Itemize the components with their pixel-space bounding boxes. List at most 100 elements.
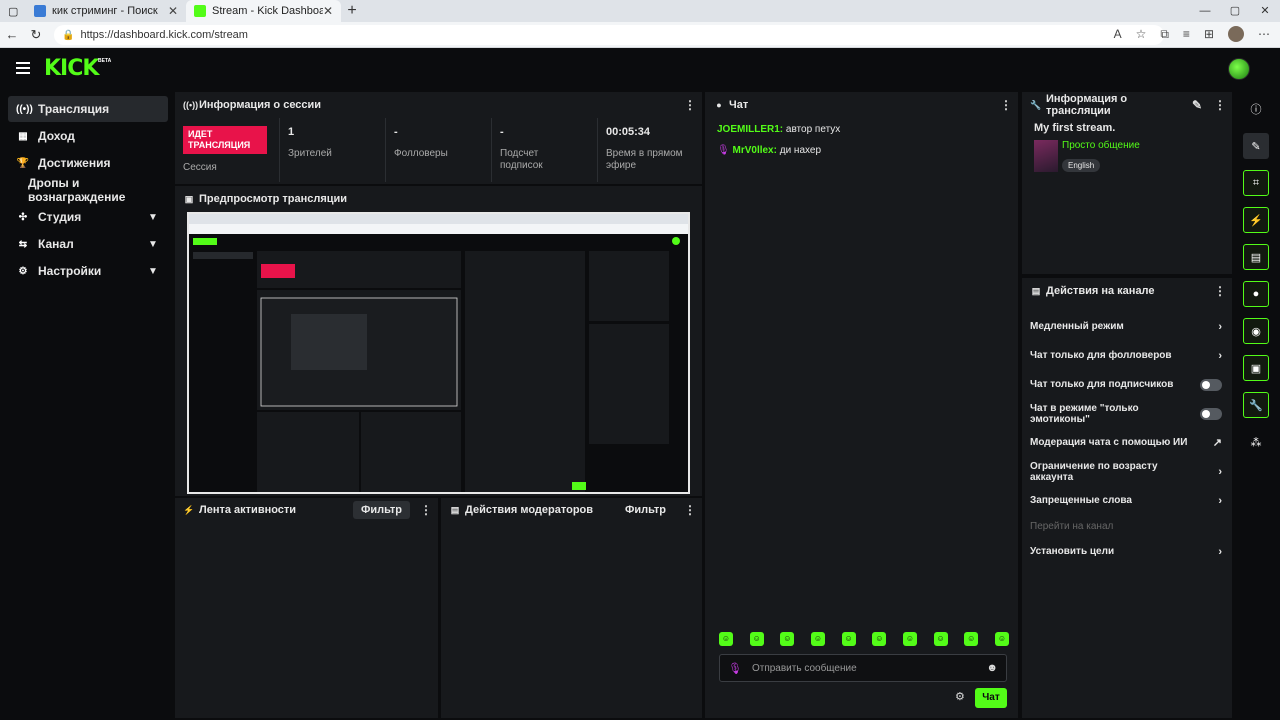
info-icon[interactable]: ⓘ	[1243, 96, 1269, 122]
language-badge: English	[1062, 159, 1101, 172]
emote-icon[interactable]: ☺	[872, 632, 887, 646]
edit-icon[interactable]: ✎	[1192, 98, 1202, 112]
user-avatar[interactable]	[1228, 58, 1250, 80]
session-stats: ИДЕТ ТРАНСЛЯЦИЯ Сессия 1 Зрителей - Фолл…	[175, 118, 702, 182]
browser-tab-kick[interactable]: Stream - Kick Dashboard ✕	[186, 0, 341, 22]
browser-tab-search[interactable]: кик стриминг - Поиск ✕	[26, 0, 186, 22]
back-icon[interactable]: ←	[0, 27, 24, 42]
emote-icon[interactable]: ☺	[841, 632, 856, 646]
reload-icon[interactable]: ↻	[24, 27, 48, 43]
chevron-down-icon: ▼	[148, 211, 158, 223]
browser-toolbar: A ☆ ⧉ ≡ ⊞ ⋯	[1114, 26, 1270, 42]
panel-header: ((•)) Информация о сессии ⋮	[183, 98, 696, 112]
more-options-icon[interactable]: ⋮	[684, 98, 696, 112]
lock-icon: 🔒	[62, 29, 75, 41]
chat-message-input[interactable]: 🎙 Отправить сообщение ☻	[719, 654, 1007, 682]
lightning-icon: ⚡	[183, 504, 195, 515]
collections-icon[interactable]: ⊞	[1204, 27, 1214, 41]
more-options-icon[interactable]: ⋮	[684, 503, 696, 517]
document-icon[interactable]: ▤	[1243, 244, 1269, 270]
mod-actions-panel: ▤ Действия модераторов Фильтр ⋮	[441, 498, 702, 718]
emoji-picker-icon[interactable]: ☻	[986, 662, 998, 674]
panel-header: ⚡ Лента активности Фильтр ⋮	[183, 501, 432, 519]
favorites-icon[interactable]: ≡	[1183, 27, 1190, 41]
more-icon[interactable]: ⋯	[1258, 27, 1270, 41]
chat-icon[interactable]: ●	[1243, 281, 1269, 307]
emote-icon[interactable]: ☺	[933, 632, 948, 646]
emote-icon[interactable]: ☺	[780, 632, 795, 646]
sidebar-item-achievements[interactable]: 🏆 Достижения	[8, 150, 168, 176]
document-icon: ▤	[450, 504, 460, 515]
emote-icon[interactable]: ☺	[902, 632, 917, 646]
read-aloud-icon[interactable]: A	[1114, 27, 1122, 41]
sidebar: ((•)) Трансляция ▦ Доход 🏆 Достижения Др…	[8, 96, 168, 285]
stream-preview-video[interactable]	[187, 212, 690, 494]
sidebar-item-channel[interactable]: ⇆ Канал ▼	[8, 231, 168, 257]
edit-icon[interactable]: ✎	[1243, 133, 1269, 159]
preview-icon: ▣	[184, 193, 194, 204]
more-options-icon[interactable]: ⋮	[420, 503, 432, 517]
kick-dashboard: KICK BETA ((•)) Трансляция ▦ Доход 🏆 Дос…	[0, 48, 1280, 720]
emote-icon[interactable]: ☺	[994, 632, 1009, 646]
subscribers-only-toggle[interactable]	[1200, 378, 1222, 391]
tab-actions-icon[interactable]: ▢	[0, 0, 26, 22]
maximize-icon[interactable]: ▢	[1220, 0, 1250, 22]
scan-icon[interactable]: ⌗	[1243, 170, 1269, 196]
emote-icon[interactable]: ☺	[964, 632, 979, 646]
url-field[interactable]: 🔒 https://dashboard.kick.com/stream	[54, 25, 1164, 45]
favorite-star-icon[interactable]: ☆	[1136, 27, 1147, 41]
channel-icon: ⇆	[18, 238, 28, 250]
sidebar-item-settings[interactable]: ⚙ Настройки ▼	[8, 258, 168, 284]
emote-icon[interactable]: ☺	[749, 632, 764, 646]
sidebar-item-stream[interactable]: ((•)) Трансляция	[8, 96, 168, 122]
mic-badge-icon: 🎙	[717, 145, 730, 156]
action-banned-words[interactable]: Запрещенные слова ›	[1022, 486, 1232, 515]
document-icon: ▤	[1031, 285, 1041, 296]
emote-bar: ☺ ☺ ☺ ☺ ☺ ☺ ☺ ☺ ☺ ☺	[719, 632, 1009, 646]
live-badge: ИДЕТ ТРАНСЛЯЦИЯ	[183, 126, 267, 154]
emotes-only-toggle[interactable]	[1200, 407, 1222, 420]
close-icon[interactable]: ✕	[168, 4, 178, 18]
chat-username[interactable]: JOEMILLER1:	[717, 124, 783, 135]
chevron-down-icon: ▼	[148, 238, 158, 250]
action-ai-moderation[interactable]: Модерация чата с помощью ИИ ↗	[1022, 428, 1232, 457]
emote-icon[interactable]: ☺	[810, 632, 825, 646]
more-options-icon[interactable]: ⋮	[1214, 98, 1226, 112]
emote-icon[interactable]: ☺	[719, 632, 733, 646]
broadcast-icon[interactable]: ◉	[1243, 318, 1269, 344]
profile-avatar[interactable]	[1228, 26, 1244, 42]
action-followers-only[interactable]: Чат только для фолловеров ›	[1022, 341, 1232, 370]
minimize-icon[interactable]: —	[1190, 0, 1220, 22]
close-window-icon[interactable]: ✕	[1250, 0, 1280, 22]
action-account-age[interactable]: Ограничение по возрасту аккаунта ›	[1022, 457, 1232, 486]
wrench-icon[interactable]: 🔧	[1243, 392, 1269, 418]
action-set-goals[interactable]: Установить цели ›	[1022, 537, 1232, 566]
sidebar-item-revenue[interactable]: ▦ Доход	[8, 123, 168, 149]
close-icon[interactable]: ✕	[323, 4, 333, 18]
panel-header: ● Чат ⋮	[705, 92, 1018, 118]
sidebar-item-drops[interactable]: Дропы и вознаграждение	[8, 176, 168, 204]
split-icon[interactable]: ⧉	[1160, 27, 1169, 42]
chat-send-button[interactable]: Чат	[975, 688, 1007, 708]
mod-actions-filter-button[interactable]: Фильтр	[617, 501, 674, 519]
activity-filter-button[interactable]: Фильтр	[352, 501, 410, 519]
chat-username[interactable]: MrV0llex:	[732, 145, 776, 156]
beta-label: BETA	[98, 58, 112, 64]
new-tab-button[interactable]: +	[341, 2, 363, 20]
action-slow-mode[interactable]: Медленный режим ›	[1022, 312, 1232, 341]
money-icon: ▦	[18, 130, 28, 142]
chat-settings-icon[interactable]: ⚙	[955, 690, 965, 703]
preview-thumbnail	[189, 214, 688, 492]
stream-preview-panel: ▣ Предпросмотр трансляции	[175, 186, 702, 496]
more-options-icon[interactable]: ⋮	[1000, 98, 1012, 112]
kick-logo[interactable]: KICK	[44, 56, 99, 81]
add-widget-icon[interactable]: ⁂	[1243, 429, 1269, 455]
lightning-icon[interactable]: ⚡	[1243, 207, 1269, 233]
more-options-icon[interactable]: ⋮	[1214, 284, 1226, 298]
category-link[interactable]: Просто общение	[1062, 140, 1140, 151]
broadcast-icon: ((•))	[183, 100, 199, 110]
menu-icon[interactable]	[16, 62, 30, 74]
monitor-icon[interactable]: ▣	[1243, 355, 1269, 381]
sidebar-item-studio[interactable]: ✣ Студия ▼	[8, 204, 168, 230]
settings-icon: ⚙	[18, 265, 28, 277]
